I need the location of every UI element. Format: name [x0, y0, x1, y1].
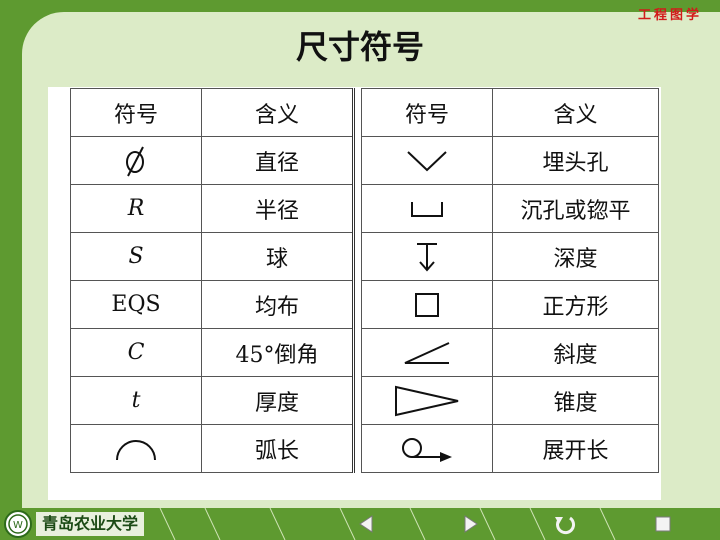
header-meaning-left: 含义	[201, 88, 354, 137]
meaning-cell: 锥度	[492, 376, 659, 425]
countersink-icon	[361, 136, 493, 185]
meaning-cell: 厚度	[201, 376, 354, 425]
meaning-cell: 弧长	[201, 424, 354, 473]
taper-icon	[361, 376, 493, 425]
header-symbol-right: 符号	[361, 88, 493, 137]
dimension-symbol-table: 符号 含义 符号 含义 直径 埋头孔 R 半径 沉孔或锪平 S 球 深度 EQS…	[70, 88, 659, 473]
table-row: 直径 埋头孔	[70, 136, 659, 185]
column-divider	[352, 88, 362, 137]
symbol-cell: EQS	[70, 280, 202, 329]
table-row: C 45°倒角 斜度	[70, 328, 659, 377]
table-header-row: 符号 含义 符号 含义	[70, 88, 659, 137]
diameter-icon	[70, 136, 202, 185]
page-title: 尺寸符号	[295, 28, 424, 66]
previous-icon[interactable]	[352, 508, 412, 540]
course-brand: 工程图学	[637, 8, 702, 23]
slide: 工程图学 尺寸符号 符号 含义 符号 含义 直径 埋头孔 R 半径 沉孔或锪平 …	[0, 0, 720, 540]
meaning-cell: 展开长	[492, 424, 659, 473]
meaning-cell: 沉孔或锪平	[492, 184, 659, 233]
university-name: 青岛农业大学	[36, 512, 144, 536]
meaning-cell: 正方形	[492, 280, 659, 329]
header-symbol-left: 符号	[70, 88, 202, 137]
table-row: t 厚度 锥度	[70, 376, 659, 425]
header-meaning-right: 含义	[492, 88, 659, 137]
next-icon[interactable]	[455, 508, 515, 540]
meaning-cell: 半径	[201, 184, 354, 233]
developed-length-icon	[361, 424, 493, 473]
symbol-cell: t	[70, 376, 202, 425]
return-icon[interactable]	[550, 508, 610, 540]
symbol-cell: C	[70, 328, 202, 377]
symbol-cell: S	[70, 232, 202, 281]
square-icon	[361, 280, 493, 329]
symbol-cell: R	[70, 184, 202, 233]
depth-icon	[361, 232, 493, 281]
meaning-cell: 埋头孔	[492, 136, 659, 185]
symbol-table-panel: 符号 含义 符号 含义 直径 埋头孔 R 半径 沉孔或锪平 S 球 深度 EQS…	[48, 87, 661, 500]
table-row: EQS 均布 正方形	[70, 280, 659, 329]
counterbore-icon	[361, 184, 493, 233]
meaning-cell: 均布	[201, 280, 354, 329]
meaning-cell: 斜度	[492, 328, 659, 377]
arc-icon	[70, 424, 202, 473]
footer-bar: W 青岛农业大学	[0, 508, 720, 540]
university-logo-icon: W	[4, 510, 32, 538]
stop-icon[interactable]	[650, 508, 710, 540]
meaning-cell: 深度	[492, 232, 659, 281]
meaning-cell: 45°倒角	[201, 328, 354, 377]
slope-icon	[361, 328, 493, 377]
meaning-cell: 球	[201, 232, 354, 281]
table-row: 弧长 展开长	[70, 424, 659, 473]
table-row: R 半径 沉孔或锪平	[70, 184, 659, 233]
svg-text:W: W	[13, 520, 23, 531]
meaning-cell: 直径	[201, 136, 354, 185]
table-row: S 球 深度	[70, 232, 659, 281]
